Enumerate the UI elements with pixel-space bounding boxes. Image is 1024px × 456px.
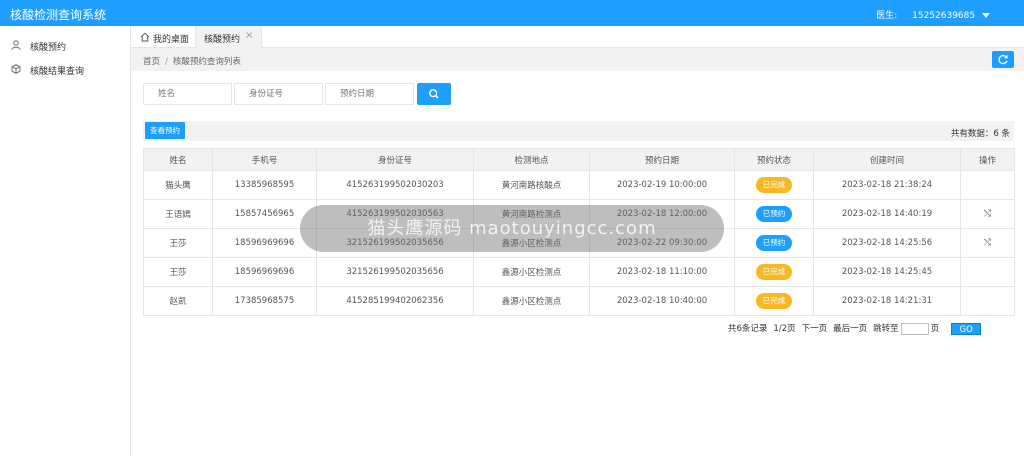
cell-created: 2023-02-18 21:38:24 xyxy=(813,170,961,200)
cancel-appointment-icon[interactable]: ⤭ xyxy=(984,209,991,219)
date-input[interactable] xyxy=(325,83,414,105)
jump-label: 跳转至 xyxy=(873,324,899,334)
user-icon xyxy=(11,40,21,50)
top-header: 核酸检测查询系统 医生: 15252639685 xyxy=(0,0,1024,26)
column-header: 检测地点 xyxy=(473,148,590,171)
cell-created: 2023-02-18 14:25:45 xyxy=(813,257,961,287)
cell-created: 2023-02-18 14:25:56 xyxy=(813,228,961,258)
cell-status: 已完成 xyxy=(734,170,814,200)
cell-location: 黄河南路核酸点 xyxy=(473,170,590,200)
watermark-overlay: 猫头鹰源码 maotouyingcc.com xyxy=(300,205,724,252)
jump-page-input[interactable] xyxy=(900,322,929,335)
cell-operation xyxy=(960,257,1015,287)
cell-status: 已完成 xyxy=(734,286,814,316)
cell-phone: 13385968595 xyxy=(212,170,317,200)
cell-operation xyxy=(960,170,1015,200)
view-appointment-button[interactable]: 查看预约 xyxy=(145,122,185,139)
app-title: 核酸检测查询系统 xyxy=(10,8,107,22)
next-page-link[interactable]: 下一页 xyxy=(802,324,828,334)
cell-name: 猫头鹰 xyxy=(143,170,213,200)
user-menu[interactable]: 医生: 15252639685 xyxy=(876,8,990,21)
table-row: 猫头鹰 13385968595 415263199502030203 黄河南路核酸点 2… xyxy=(143,170,1015,200)
caret-down-icon[interactable] xyxy=(982,13,990,18)
column-header: 手机号 xyxy=(212,148,317,171)
cell-status: 已完成 xyxy=(734,257,814,287)
table-toolbar: 查看预约 共有数据：6 条 xyxy=(143,121,1014,141)
cell-name: 王莎 xyxy=(143,257,213,287)
cell-phone: 18596969696 xyxy=(212,257,317,287)
content-panel: 查看预约 共有数据：6 条 姓名 手机号 身份证号 检测地点 预约日期 预约状态… xyxy=(131,71,1024,456)
status-badge: 已完成 xyxy=(755,177,793,193)
sidebar-item-label: 核酸预约 xyxy=(30,43,67,53)
user-role-label: 医生: xyxy=(876,11,898,21)
name-input[interactable] xyxy=(143,83,232,105)
table-row: 赵凯 17385968575 415285199402062356 鑫源小区检测点 20… xyxy=(143,286,1015,316)
cube-icon xyxy=(11,64,21,74)
cell-name: 赵凯 xyxy=(143,286,213,316)
cell-operation: ⤭ xyxy=(960,199,1015,229)
cell-name: 王语嫣 xyxy=(143,199,213,229)
tab-label: 我的桌面 xyxy=(153,35,190,45)
tab-label: 核酸预约 xyxy=(204,35,241,45)
user-phone[interactable]: 15252639685 xyxy=(912,11,975,21)
breadcrumb-current: 核酸预约查询列表 xyxy=(172,57,241,67)
close-icon[interactable]: × xyxy=(245,30,253,41)
sidebar-item-label: 核酸结果查询 xyxy=(30,67,85,77)
refresh-icon xyxy=(998,54,1008,65)
cell-created: 2023-02-18 14:21:31 xyxy=(813,286,961,316)
total-count: 共有数据：6 条 xyxy=(950,129,1010,139)
cell-date: 2023-02-18 11:10:00 xyxy=(589,257,735,287)
refresh-button[interactable] xyxy=(992,51,1014,68)
tab-appointment[interactable]: 核酸预约 × xyxy=(196,26,262,48)
column-header: 预约状态 xyxy=(734,148,814,171)
idcard-input[interactable] xyxy=(234,83,323,105)
column-header: 预约日期 xyxy=(589,148,735,171)
status-badge: 已完成 xyxy=(755,293,793,309)
cell-operation xyxy=(960,286,1015,316)
last-page-link[interactable]: 最后一页 xyxy=(833,324,867,334)
pagination: 共6条记录 1/2页 下一页 最后一页 跳转至 页 GO xyxy=(728,322,987,335)
breadcrumb-separator: / xyxy=(165,57,168,67)
tab-desktop[interactable]: 我的桌面 xyxy=(131,26,196,48)
cell-location: 鑫源小区检测点 xyxy=(473,257,590,287)
cell-created: 2023-02-18 14:40:19 xyxy=(813,199,961,229)
table-header-row: 姓名 手机号 身份证号 检测地点 预约日期 预约状态 创建时间 操作 xyxy=(143,148,1015,171)
page-unit: 页 xyxy=(930,324,940,334)
cell-idcard: 415263199502030203 xyxy=(316,170,474,200)
cancel-appointment-icon[interactable]: ⤭ xyxy=(984,238,991,248)
column-header: 创建时间 xyxy=(813,148,961,171)
sidebar-item-appointment[interactable]: 核酸预约 xyxy=(0,32,131,58)
sidebar-item-result-query[interactable]: 核酸结果查询 xyxy=(0,56,131,82)
record-count: 共6条记录 xyxy=(728,324,768,334)
status-badge: 已预约 xyxy=(755,206,793,222)
tab-bar: 我的桌面 核酸预约 × xyxy=(131,26,1024,48)
page-indicator: 1/2页 xyxy=(773,324,796,334)
cell-status: 已预约 xyxy=(734,199,814,229)
cell-idcard: 415285199402062356 xyxy=(316,286,474,316)
column-header: 身份证号 xyxy=(316,148,474,171)
cell-name: 王莎 xyxy=(143,228,213,258)
sidebar: 核酸预约 核酸结果查询 xyxy=(0,26,131,456)
cell-location: 鑫源小区检测点 xyxy=(473,286,590,316)
status-badge: 已预约 xyxy=(755,235,793,251)
cell-date: 2023-02-18 10:40:00 xyxy=(589,286,735,316)
cell-phone: 17385968575 xyxy=(212,286,317,316)
column-header: 操作 xyxy=(960,148,1015,171)
status-badge: 已完成 xyxy=(755,264,793,280)
column-header: 姓名 xyxy=(143,148,213,171)
breadcrumb: 首页 / 核酸预约查询列表 xyxy=(143,55,241,67)
go-button[interactable]: GO xyxy=(951,322,982,335)
cell-status: 已预约 xyxy=(734,228,814,258)
home-icon xyxy=(140,32,150,42)
cell-idcard: 321526199502035656 xyxy=(316,257,474,287)
table-row: 王莎 18596969696 321526199502035656 鑫源小区检测点 20… xyxy=(143,257,1015,287)
cell-operation: ⤭ xyxy=(960,228,1015,258)
search-icon xyxy=(429,89,439,99)
breadcrumb-home[interactable]: 首页 xyxy=(143,57,160,67)
search-button[interactable] xyxy=(417,83,451,105)
cell-date: 2023-02-19 10:00:00 xyxy=(589,170,735,200)
